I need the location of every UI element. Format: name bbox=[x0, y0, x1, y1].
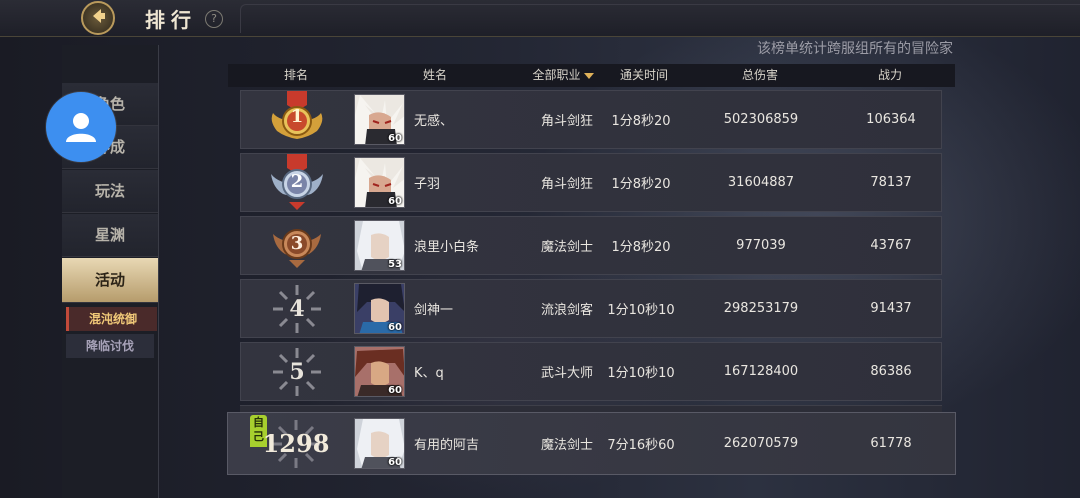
table-header: 排名 姓名 全部职业 通关时间 总伤害 战力 bbox=[228, 64, 955, 87]
clear-time: 1分10秒10 bbox=[607, 366, 675, 381]
rank-number: 3 bbox=[290, 233, 304, 254]
level-badge: 53 bbox=[388, 259, 402, 270]
rank-number: 1298 bbox=[262, 429, 330, 458]
self-rank: 1298 bbox=[240, 413, 352, 474]
dropdown-triangle-icon bbox=[583, 72, 594, 79]
rank-medal-gold: 1 bbox=[241, 90, 353, 148]
player-job: 角斗剑狂 bbox=[540, 114, 593, 129]
header-power: 战力 bbox=[877, 68, 902, 82]
rank-number: 2 bbox=[290, 171, 304, 192]
level-badge: 60 bbox=[388, 133, 402, 144]
clear-time: 1分8秒20 bbox=[611, 240, 671, 255]
player-name: 无感、 bbox=[414, 114, 454, 129]
clear-time: 1分8秒20 bbox=[611, 114, 671, 129]
header-job: 全部职业 bbox=[532, 68, 581, 82]
sidebar-subitem-descent[interactable]: 降临讨伐 bbox=[66, 334, 154, 358]
player-name: K、q bbox=[414, 366, 444, 381]
avatar: 60 bbox=[354, 418, 405, 469]
leaderboard-notice: 该榜单统计跨服组所有的冒险家 bbox=[757, 41, 953, 57]
total-damage: 502306859 bbox=[723, 112, 799, 127]
clear-time: 7分16秒60 bbox=[607, 438, 675, 453]
player-name: 浪里小白条 bbox=[414, 240, 480, 255]
back-arrow-icon bbox=[81, 1, 115, 35]
header-time: 通关时间 bbox=[619, 68, 668, 82]
table-row[interactable]: 4 60 剑神一 流浪剑客 1分10秒10 298253179 91437 bbox=[240, 279, 942, 338]
level-badge: 60 bbox=[388, 457, 402, 468]
rank-medal-bronze: 3 bbox=[241, 217, 353, 274]
combat-power: 86386 bbox=[870, 364, 912, 379]
level-badge: 60 bbox=[388, 196, 402, 207]
player-job: 魔法剑士 bbox=[540, 240, 593, 255]
avatar: 60 bbox=[354, 346, 405, 397]
rank-number: 4 bbox=[289, 295, 305, 322]
table-row[interactable]: 3 53 浪里小白条 魔法剑士 1分8秒20 977039 43767 bbox=[240, 216, 942, 275]
total-damage: 298253179 bbox=[723, 301, 799, 316]
total-damage: 977039 bbox=[736, 238, 786, 253]
table-row[interactable]: 2 60 子羽 角斗剑狂 1分8秒20 31604887 78137 bbox=[240, 153, 942, 212]
next-row-peek bbox=[240, 405, 942, 412]
avatar: 53 bbox=[354, 220, 405, 271]
level-badge: 60 bbox=[388, 322, 402, 333]
avatar: 60 bbox=[354, 94, 405, 145]
clear-time: 1分10秒10 bbox=[607, 303, 675, 318]
level-badge: 60 bbox=[388, 385, 402, 396]
combat-power: 61778 bbox=[870, 436, 912, 451]
total-damage: 167128400 bbox=[723, 364, 799, 379]
back-button[interactable] bbox=[78, 0, 118, 36]
sidebar-item-activity[interactable]: 活动 bbox=[62, 258, 158, 303]
combat-power: 78137 bbox=[870, 175, 912, 190]
player-name: 剑神一 bbox=[414, 303, 454, 318]
player-job: 角斗剑狂 bbox=[540, 177, 593, 192]
player-job: 武斗大师 bbox=[540, 366, 593, 381]
sidebar-subitem-chaos[interactable]: 混沌统御 bbox=[66, 307, 157, 331]
table-row[interactable]: 1 60 无感、 角斗剑狂 1分8秒20 502306859 106364 bbox=[240, 90, 942, 149]
combat-power: 106364 bbox=[866, 112, 916, 127]
rank-medal-silver: 2 bbox=[241, 153, 353, 211]
sidebar-item-gameplay[interactable]: 玩法 bbox=[62, 170, 158, 213]
self-rank-row[interactable]: 自己 1298 60 有用的阿吉 魔法剑士 7分16秒60 262070579 … bbox=[227, 412, 956, 475]
player-name: 子羽 bbox=[414, 177, 441, 192]
combat-power: 43767 bbox=[870, 238, 912, 253]
clear-time: 1分8秒20 bbox=[611, 177, 671, 192]
job-filter-dropdown[interactable]: 全部职业 bbox=[518, 64, 608, 87]
header-damage: 总伤害 bbox=[741, 68, 778, 82]
user-icon bbox=[66, 113, 96, 142]
header-name: 姓名 bbox=[422, 68, 447, 82]
player-job: 流浪剑客 bbox=[540, 303, 593, 318]
sidebar-item-abyss[interactable]: 星渊 bbox=[62, 214, 158, 257]
avatar: 60 bbox=[354, 283, 405, 334]
total-damage: 262070579 bbox=[723, 436, 799, 451]
rank-plain: 4 bbox=[241, 280, 353, 337]
player-job: 魔法剑士 bbox=[540, 438, 593, 453]
help-icon[interactable]: ? bbox=[205, 10, 223, 28]
avatar: 60 bbox=[354, 157, 405, 208]
combat-power: 91437 bbox=[870, 301, 912, 316]
player-name: 有用的阿吉 bbox=[414, 438, 480, 453]
top-decoration bbox=[240, 4, 1080, 33]
rank-plain: 5 bbox=[241, 343, 353, 400]
total-damage: 31604887 bbox=[727, 175, 795, 190]
rank-number: 5 bbox=[289, 358, 305, 385]
table-row[interactable]: 5 60 K、q 武斗大师 1分10秒10 167128400 86386 bbox=[240, 342, 942, 401]
rank-number: 1 bbox=[290, 106, 304, 127]
header-rank: 排名 bbox=[283, 68, 308, 82]
page-title: 排行 bbox=[145, 8, 197, 32]
top-bar: 排行 ? bbox=[0, 0, 1080, 37]
user-avatar-button[interactable] bbox=[46, 92, 116, 162]
